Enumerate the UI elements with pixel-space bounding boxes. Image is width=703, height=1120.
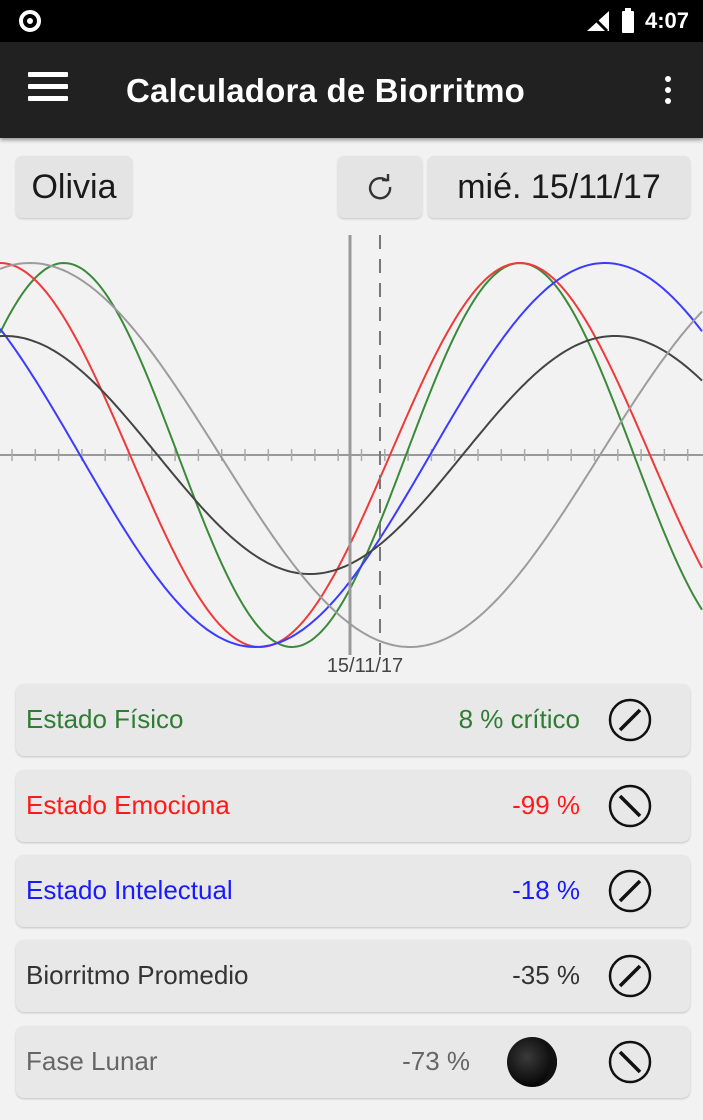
- stat-row[interactable]: Fase Lunar -73 %: [16, 1026, 690, 1098]
- refresh-icon: [368, 174, 392, 200]
- person-name-button[interactable]: Olivia: [16, 156, 132, 218]
- status-time: 4:07: [644, 8, 689, 33]
- more-options-icon[interactable]: [663, 76, 673, 106]
- signal-icon: [586, 11, 609, 33]
- rising-slash-icon[interactable]: [608, 954, 652, 998]
- stat-row[interactable]: Estado Emociona -99 %: [16, 770, 690, 842]
- reset-date-button[interactable]: [338, 156, 422, 218]
- rising-slash-icon[interactable]: [608, 698, 652, 742]
- biorhythm-chart[interactable]: 15/11/17: [0, 235, 703, 675]
- moon-phase-icon: [507, 1037, 557, 1087]
- app-bar: Calculadora de Biorritmo: [0, 42, 703, 138]
- stat-row[interactable]: Estado Físico 8 % crítico: [16, 684, 690, 756]
- stat-label: Fase Lunar: [26, 1046, 158, 1076]
- stat-value: 8 % crítico: [458, 704, 580, 734]
- stat-label: Estado Emociona: [26, 790, 230, 820]
- stat-value: -35 %: [512, 960, 580, 990]
- hamburger-menu-icon[interactable]: [28, 72, 68, 108]
- date-picker-button[interactable]: mié. 15/11/17: [428, 156, 690, 218]
- stat-label: Estado Físico: [26, 704, 184, 734]
- stat-value: -73 %: [402, 1046, 470, 1076]
- stat-row[interactable]: Estado Intelectual -18 %: [16, 855, 690, 927]
- stat-value: -18 %: [512, 875, 580, 905]
- falling-slash-icon[interactable]: [608, 1040, 652, 1084]
- chart-date-label: 15/11/17: [327, 655, 403, 675]
- stat-row[interactable]: Biorritmo Promedio -35 %: [16, 940, 690, 1012]
- stat-label: Biorritmo Promedio: [26, 960, 249, 990]
- stat-label: Estado Intelectual: [26, 875, 233, 905]
- rising-slash-icon[interactable]: [608, 869, 652, 913]
- status-bar: 4:07: [0, 0, 703, 42]
- battery-icon: [621, 8, 634, 33]
- falling-slash-icon[interactable]: [608, 784, 652, 828]
- settings-notification-icon: [19, 10, 41, 32]
- stat-value: -99 %: [512, 790, 580, 820]
- app-title: Calculadora de Biorritmo: [126, 72, 526, 109]
